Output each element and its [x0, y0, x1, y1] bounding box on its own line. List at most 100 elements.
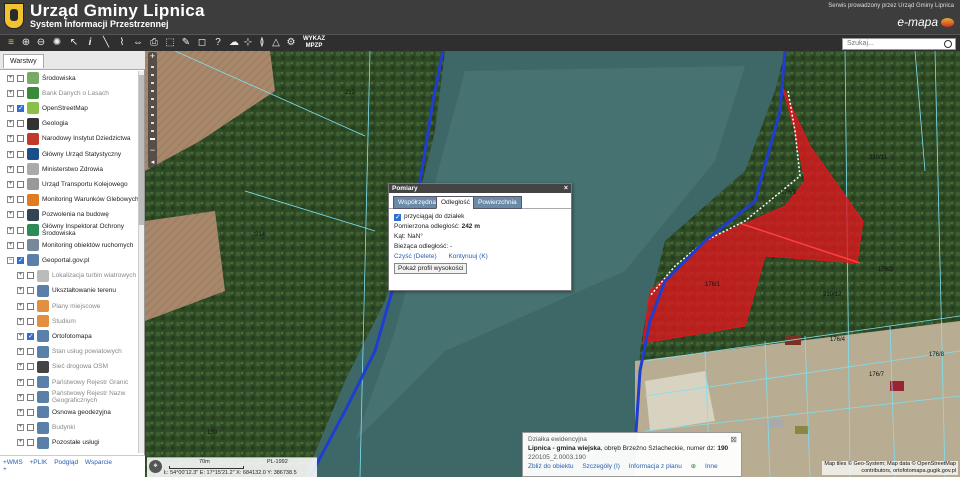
tab-coordinate[interactable]: Współrzędna — [393, 196, 441, 209]
tab-distance[interactable]: Odległość — [436, 196, 475, 209]
info-icon[interactable]: i — [84, 37, 96, 49]
cloud-icon[interactable]: ☁ — [228, 37, 240, 49]
measure-area-icon[interactable]: ⌇ — [116, 37, 128, 49]
layer-row[interactable]: + Sieć drogowa OSM — [17, 360, 139, 374]
close-icon[interactable]: ⊠ — [730, 435, 737, 444]
mountain-icon[interactable]: △ — [270, 37, 282, 49]
layer-checkbox[interactable] — [17, 226, 24, 234]
expand-icon[interactable]: + — [7, 74, 14, 82]
search-input[interactable]: Szukaj... — [842, 38, 956, 50]
preview-link[interactable]: Podgląd — [54, 459, 78, 466]
expand-icon[interactable]: + — [7, 89, 14, 97]
layers-icon[interactable]: ≡ — [5, 37, 17, 49]
zoom-to-object-link[interactable]: Zbliż do obiektu — [528, 463, 574, 470]
collapse-panel-icon[interactable]: ◂ — [148, 158, 157, 167]
expand-icon[interactable]: + — [7, 150, 14, 158]
layer-checkbox[interactable] — [27, 393, 34, 401]
add-button[interactable]: + — [3, 466, 7, 473]
layer-checkbox[interactable] — [27, 332, 34, 340]
layer-row[interactable]: + Osnowa geodezyjna — [17, 405, 139, 419]
expand-icon[interactable]: + — [7, 196, 14, 204]
layer-checkbox[interactable] — [27, 408, 34, 416]
expand-icon[interactable]: + — [7, 165, 14, 173]
add-wms-link[interactable]: +WMS — [3, 459, 23, 466]
layer-checkbox[interactable] — [17, 165, 24, 173]
layer-row[interactable]: + Studium — [17, 314, 139, 328]
comment-icon[interactable]: ◻ — [196, 37, 208, 49]
expand-icon[interactable]: + — [7, 241, 14, 249]
layer-checkbox[interactable] — [27, 272, 34, 280]
layer-row[interactable]: + Ukształtowanie terenu — [17, 284, 139, 298]
layer-row[interactable]: + Geologia — [7, 117, 139, 131]
expand-icon[interactable]: + — [7, 226, 14, 234]
layer-checkbox[interactable] — [17, 241, 24, 249]
export-icon[interactable]: ⬚ — [164, 37, 176, 49]
add-file-link[interactable]: +PLIK — [30, 459, 48, 466]
expand-icon[interactable]: + — [17, 332, 24, 340]
zoom-tick[interactable] — [151, 74, 154, 76]
route-icon[interactable]: ⊹ — [242, 37, 254, 49]
layer-row[interactable]: + Lokalizacja turbin wiatrowych — [17, 269, 139, 283]
expand-icon[interactable]: + — [7, 180, 14, 188]
snap-checkbox[interactable] — [394, 213, 401, 223]
zoom-minus-icon[interactable]: − — [148, 146, 157, 155]
layer-row[interactable]: + Urząd Transportu Kolejowego — [7, 177, 139, 191]
layer-row[interactable]: + Monitoring Warunków Glebowych — [7, 193, 139, 207]
measure-line-icon[interactable]: ╲ — [100, 37, 112, 49]
zoom-tick[interactable] — [151, 106, 154, 108]
zoom-in-icon[interactable]: ⊕ — [20, 37, 32, 49]
plan-info-link[interactable]: Informacja z planu — [629, 463, 682, 470]
tab-area[interactable]: Powierzchnia — [473, 196, 522, 209]
details-link[interactable]: Szczegóły (I) — [582, 463, 620, 470]
expand-icon[interactable]: + — [7, 120, 14, 128]
layer-checkbox[interactable] — [27, 287, 34, 295]
layer-row[interactable]: + Państwowy Rejestr Nazw Geograficznych — [17, 390, 139, 404]
expand-icon[interactable]: + — [7, 104, 14, 112]
layer-checkbox[interactable] — [27, 424, 34, 432]
zoom-tick[interactable] — [151, 82, 154, 84]
layer-checkbox[interactable] — [27, 317, 34, 325]
full-extent-icon[interactable]: ✺ — [51, 37, 63, 49]
crs-select[interactable]: PL-1992 — [267, 459, 288, 465]
layer-checkbox[interactable] — [27, 439, 34, 447]
layer-row[interactable]: + Stan usług powiatowych — [17, 345, 139, 359]
continue-link[interactable]: Kontynuuj (K) — [448, 253, 487, 260]
layer-checkbox[interactable] — [17, 74, 24, 82]
zoom-handle[interactable] — [150, 138, 155, 140]
compass-icon[interactable]: ✥ — [149, 460, 162, 473]
print-icon[interactable]: ⎙ — [148, 37, 160, 49]
zoom-tick[interactable] — [151, 90, 154, 92]
zoom-tick[interactable] — [151, 98, 154, 100]
search-icon[interactable] — [944, 40, 952, 48]
expand-icon[interactable]: + — [17, 439, 24, 447]
layer-checkbox[interactable] — [27, 302, 34, 310]
pan-icon[interactable]: ⇔ — [132, 37, 144, 49]
expand-icon[interactable]: + — [17, 348, 24, 356]
layer-checkbox[interactable] — [17, 120, 24, 128]
help-icon[interactable]: ? — [212, 37, 224, 49]
close-icon[interactable]: × — [564, 184, 568, 193]
zoom-tick[interactable] — [151, 66, 154, 68]
other-link[interactable]: ⊕ Inne — [691, 463, 725, 470]
support-link[interactable]: Wsparcie — [85, 459, 112, 466]
layer-row[interactable]: + Ortofotomapa — [17, 329, 139, 343]
expand-icon[interactable]: + — [17, 408, 24, 416]
layer-checkbox[interactable] — [17, 150, 24, 158]
layer-row[interactable]: + Państwowy Rejestr Granic — [17, 375, 139, 389]
layer-row[interactable]: + Plany miejscowe — [17, 299, 139, 313]
layer-row[interactable]: + Pozostałe usługi — [17, 436, 139, 450]
expand-icon[interactable]: + — [17, 317, 24, 325]
expand-icon[interactable]: + — [7, 211, 14, 219]
expand-icon[interactable]: + — [17, 363, 24, 371]
clear-link[interactable]: Czyść (Delete) — [394, 253, 437, 260]
zoom-tick[interactable] — [151, 114, 154, 116]
layer-scrollbar[interactable] — [138, 71, 144, 453]
expand-icon[interactable]: + — [17, 302, 24, 310]
layer-checkbox[interactable] — [17, 196, 24, 204]
expand-icon[interactable]: − — [7, 256, 14, 264]
tab-warstwy[interactable]: Warstwy — [3, 54, 44, 68]
layer-checkbox[interactable] — [17, 211, 24, 219]
layer-checkbox[interactable] — [27, 348, 34, 356]
layer-checkbox[interactable] — [17, 89, 24, 97]
layer-row[interactable]: + OpenStreetMap — [7, 101, 139, 115]
